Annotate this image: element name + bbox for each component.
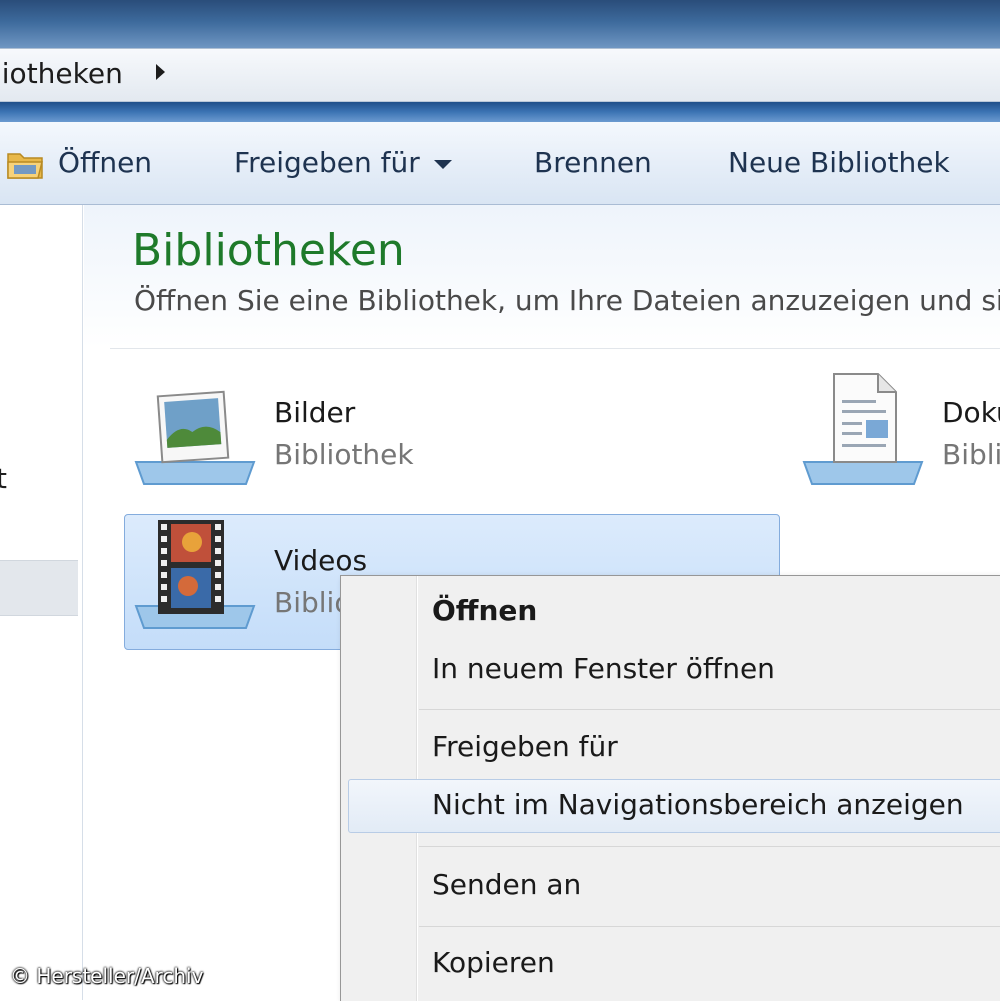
- share-with-button[interactable]: Freigeben für: [234, 146, 452, 179]
- command-bar: Öffnen Freigeben für Brennen Neue Biblio…: [0, 122, 1000, 205]
- burn-button[interactable]: Brennen: [534, 146, 652, 179]
- address-bar[interactable]: liotheken: [0, 48, 1000, 102]
- documents-library-icon: [802, 373, 924, 485]
- pictures-library-icon: [134, 390, 256, 485]
- library-type-documents: Bibli: [942, 438, 1000, 471]
- menu-item-send-to[interactable]: Senden an: [432, 868, 581, 901]
- menu-separator: [419, 846, 1000, 847]
- menu-separator: [419, 926, 1000, 927]
- menu-item-copy[interactable]: Kopieren: [432, 946, 555, 979]
- menu-item-share-with[interactable]: Freigeben für: [432, 730, 618, 763]
- menu-item-open[interactable]: Öffnen: [432, 594, 537, 627]
- breadcrumb-arrow-icon[interactable]: [156, 64, 165, 80]
- nav-item-partial[interactable]: t: [0, 462, 7, 495]
- videos-library-icon: [134, 520, 256, 629]
- library-name-documents: Doku: [942, 396, 1000, 429]
- share-with-label: Freigeben für: [234, 146, 420, 179]
- menu-separator: [419, 709, 1000, 710]
- library-name-videos: Videos: [274, 544, 368, 577]
- menu-item-open-new-window[interactable]: In neuem Fenster öffnen: [432, 652, 775, 685]
- menu-item-hide-from-nav[interactable]: Nicht im Navigationsbereich anzeigen: [432, 788, 964, 821]
- address-toolbar-divider: [0, 102, 1000, 122]
- new-library-button[interactable]: Neue Bibliothek: [728, 146, 950, 179]
- library-name-pictures: Bilder: [274, 396, 356, 429]
- window-title-bar: [0, 0, 1000, 48]
- breadcrumb-libraries[interactable]: liotheken: [0, 57, 123, 90]
- open-button[interactable]: Öffnen: [58, 146, 152, 179]
- header-separator: [110, 348, 1000, 349]
- context-menu: Öffnen In neuem Fenster öffnen Freigeben…: [340, 575, 1000, 1001]
- library-type-pictures: Bibliothek: [274, 438, 414, 471]
- chevron-down-icon: [433, 159, 452, 169]
- open-folder-icon[interactable]: [6, 148, 46, 182]
- copyright-watermark: © Hersteller/Archiv: [10, 964, 204, 988]
- page-title: Bibliotheken: [132, 225, 405, 276]
- page-subtitle: Öffnen Sie eine Bibliothek, um Ihre Date…: [134, 284, 1000, 317]
- nav-item-selected[interactable]: [0, 560, 78, 616]
